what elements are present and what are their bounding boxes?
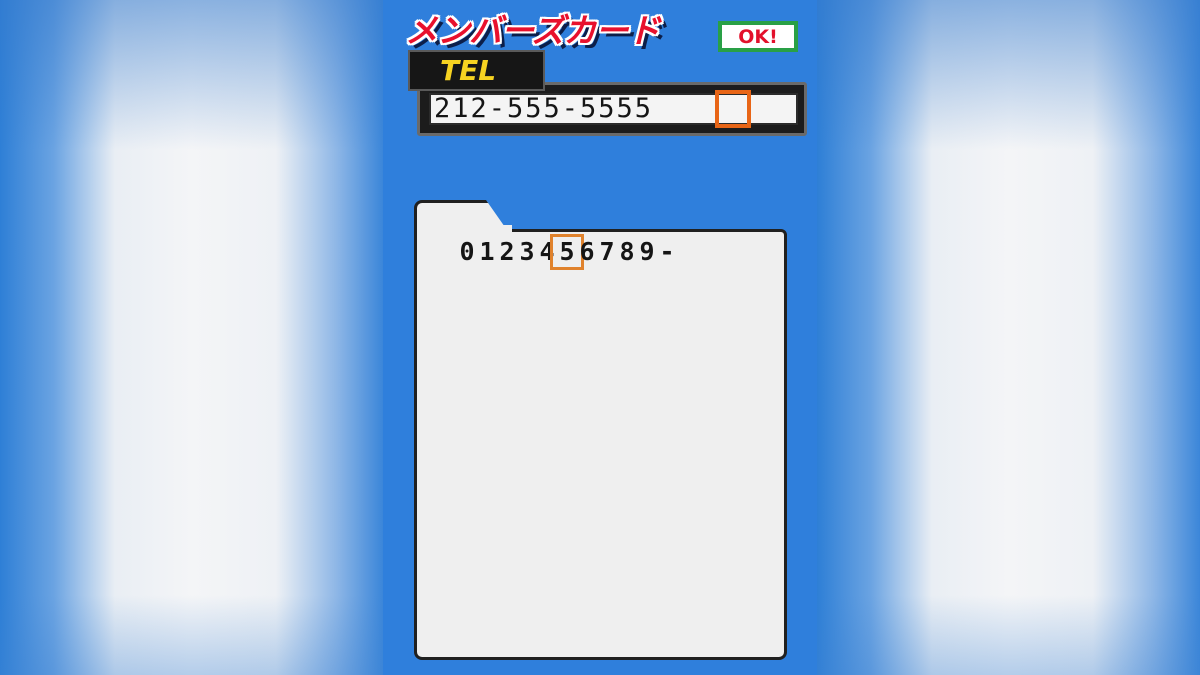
ok-button[interactable]: OK!	[718, 21, 798, 52]
member-card-screen: メンバーズカード OK! 212-555-5555 TEL 0123456789…	[383, 0, 817, 675]
character-keyboard: 0123456789-	[457, 234, 677, 270]
backdrop-haze-bottom	[0, 595, 383, 675]
backdrop-haze	[817, 0, 1200, 150]
backdrop-haze-bottom	[817, 595, 1200, 675]
page-title: メンバーズカード	[405, 11, 660, 50]
blurred-backdrop-left	[0, 0, 383, 675]
key-1[interactable]: 1	[477, 236, 497, 268]
key-2[interactable]: 2	[497, 236, 517, 268]
key-9[interactable]: 9	[637, 236, 657, 268]
key-8[interactable]: 8	[617, 236, 637, 268]
key-3[interactable]: 3	[517, 236, 537, 268]
key-0[interactable]: 0	[457, 236, 477, 268]
key-6[interactable]: 6	[577, 236, 597, 268]
folder-joint	[417, 225, 512, 233]
key-7[interactable]: 7	[597, 236, 617, 268]
key-5[interactable]: 5	[550, 234, 584, 270]
text-cursor	[715, 90, 751, 128]
key-hyphen[interactable]: -	[657, 236, 677, 268]
keyboard-panel	[414, 229, 787, 660]
backdrop-haze	[0, 0, 383, 150]
blurred-backdrop-right	[817, 0, 1200, 675]
tel-label: TEL	[408, 50, 545, 91]
